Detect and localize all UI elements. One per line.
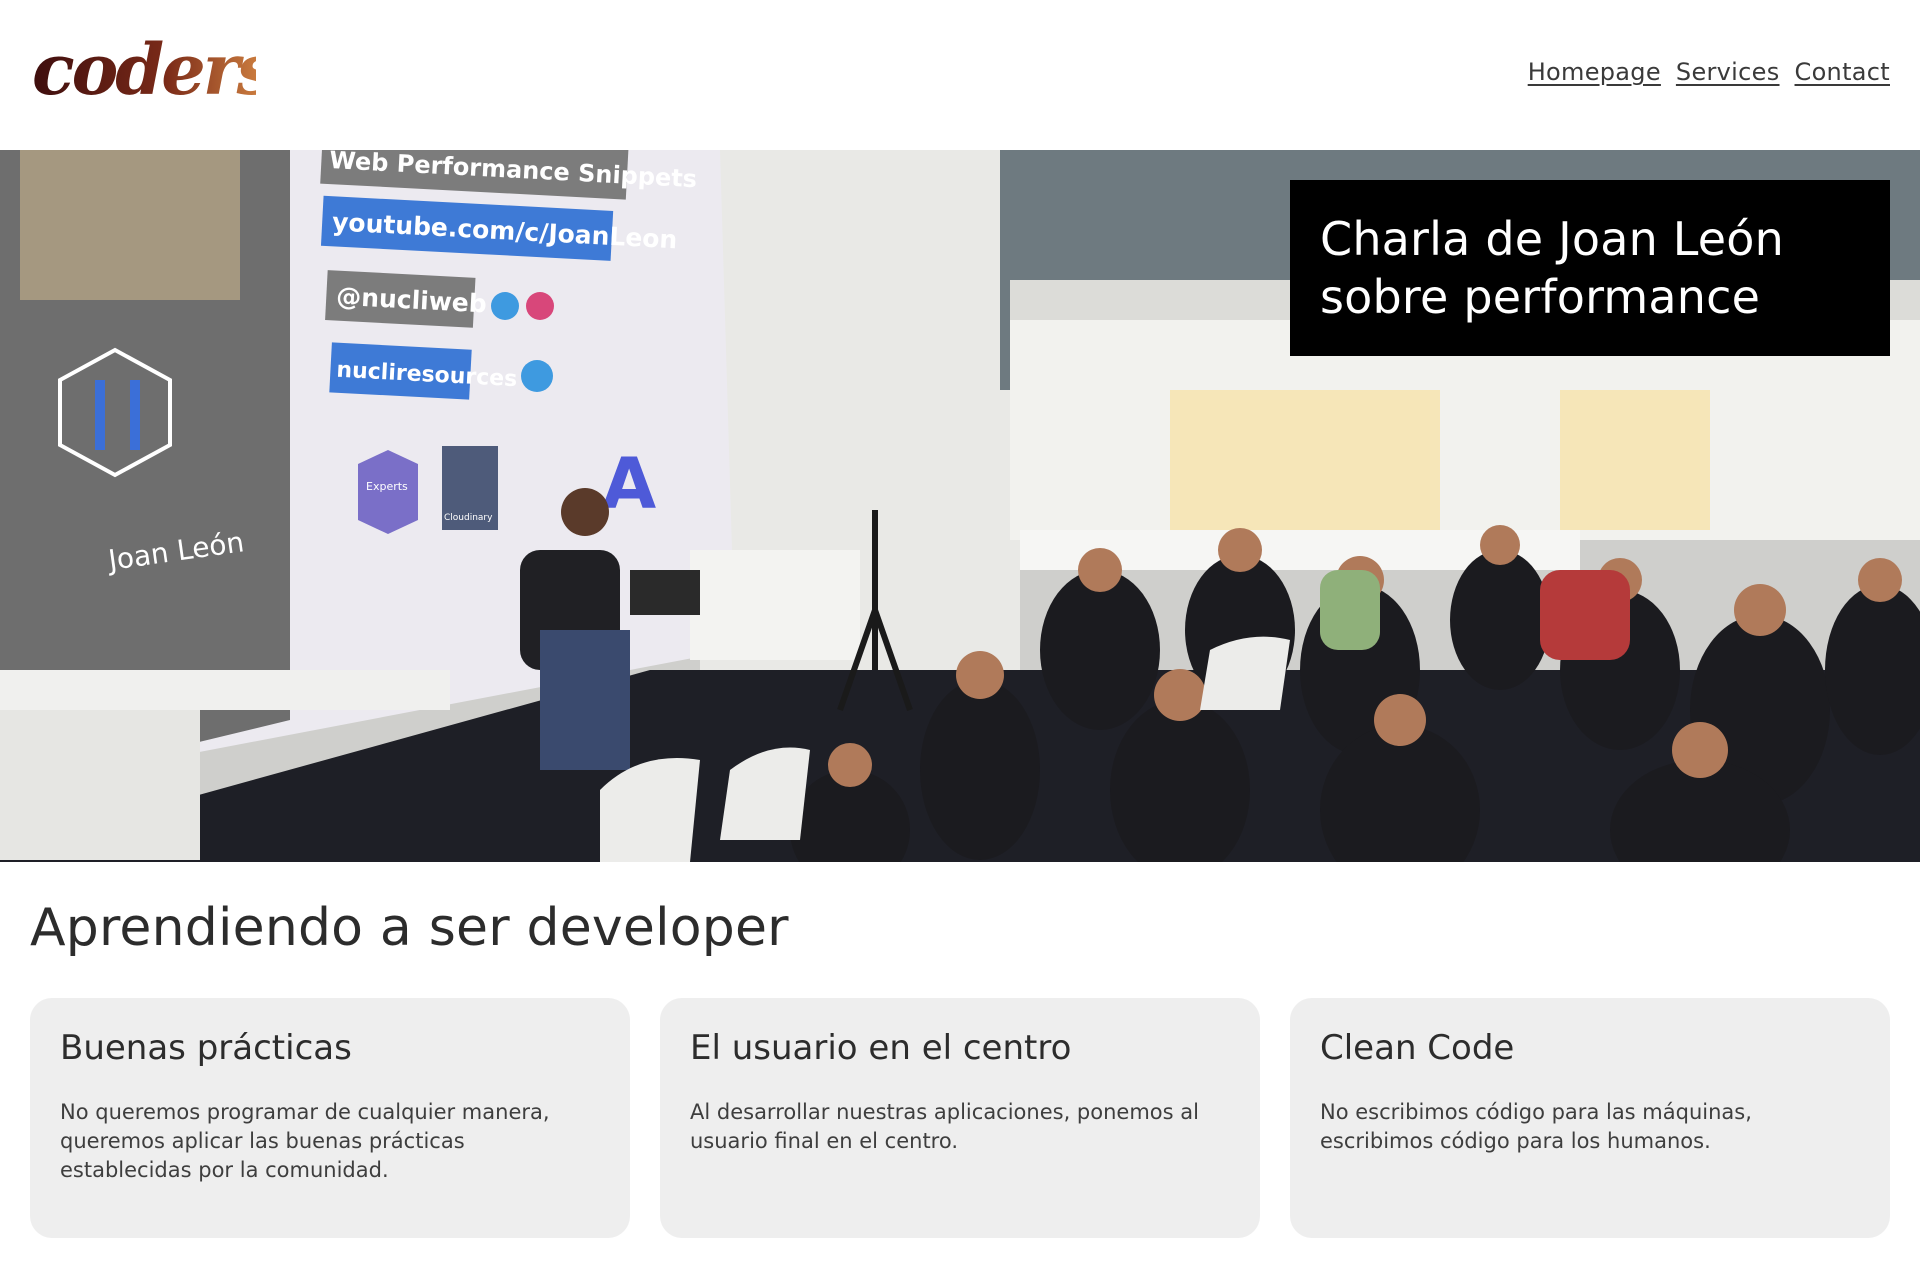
card-text: Al desarrollar nuestras aplicaciones, po… (690, 1100, 1199, 1153)
svg-text:coders: coders (32, 28, 256, 106)
feature-cards: Buenas prácticas No queremos programar d… (30, 998, 1890, 1238)
card-buenas-practicas: Buenas prácticas No queremos programar d… (30, 998, 630, 1238)
site-header: coders Homepage Services Contact (0, 0, 1920, 150)
card-title: Buenas prácticas (60, 1028, 352, 1068)
coders-logo[interactable]: coders (30, 24, 256, 106)
coders-logo-wordmark: coders (32, 28, 256, 106)
card-usuario-centro: El usuario en el centro Al desarrollar n… (660, 998, 1260, 1238)
main-nav: Homepage Services Contact (1528, 58, 1890, 86)
nav-contact[interactable]: Contact (1795, 58, 1890, 86)
card-text: No queremos programar de cualquier maner… (60, 1100, 550, 1182)
svg-text:Experts: Experts (366, 480, 408, 493)
card-text: No escribimos código para las máquinas, … (1320, 1100, 1752, 1153)
card-title: El usuario en el centro (690, 1028, 1072, 1068)
nav-homepage[interactable]: Homepage (1528, 58, 1661, 86)
nav-services[interactable]: Services (1676, 58, 1780, 86)
svg-text:Cloudinary: Cloudinary (444, 513, 493, 523)
section-title: Aprendiendo a ser developer (30, 898, 789, 958)
hero-caption: Charla de Joan León sobre performance (1320, 212, 1784, 324)
svg-text:A: A (602, 443, 656, 525)
hero-caption-box: Charla de Joan León sobre performance (1290, 180, 1890, 356)
hero-banner: Joan León Web Performance Snippets youtu… (0, 150, 1920, 862)
card-title: Clean Code (1320, 1028, 1515, 1068)
card-clean-code: Clean Code No escribimos código para las… (1290, 998, 1890, 1238)
